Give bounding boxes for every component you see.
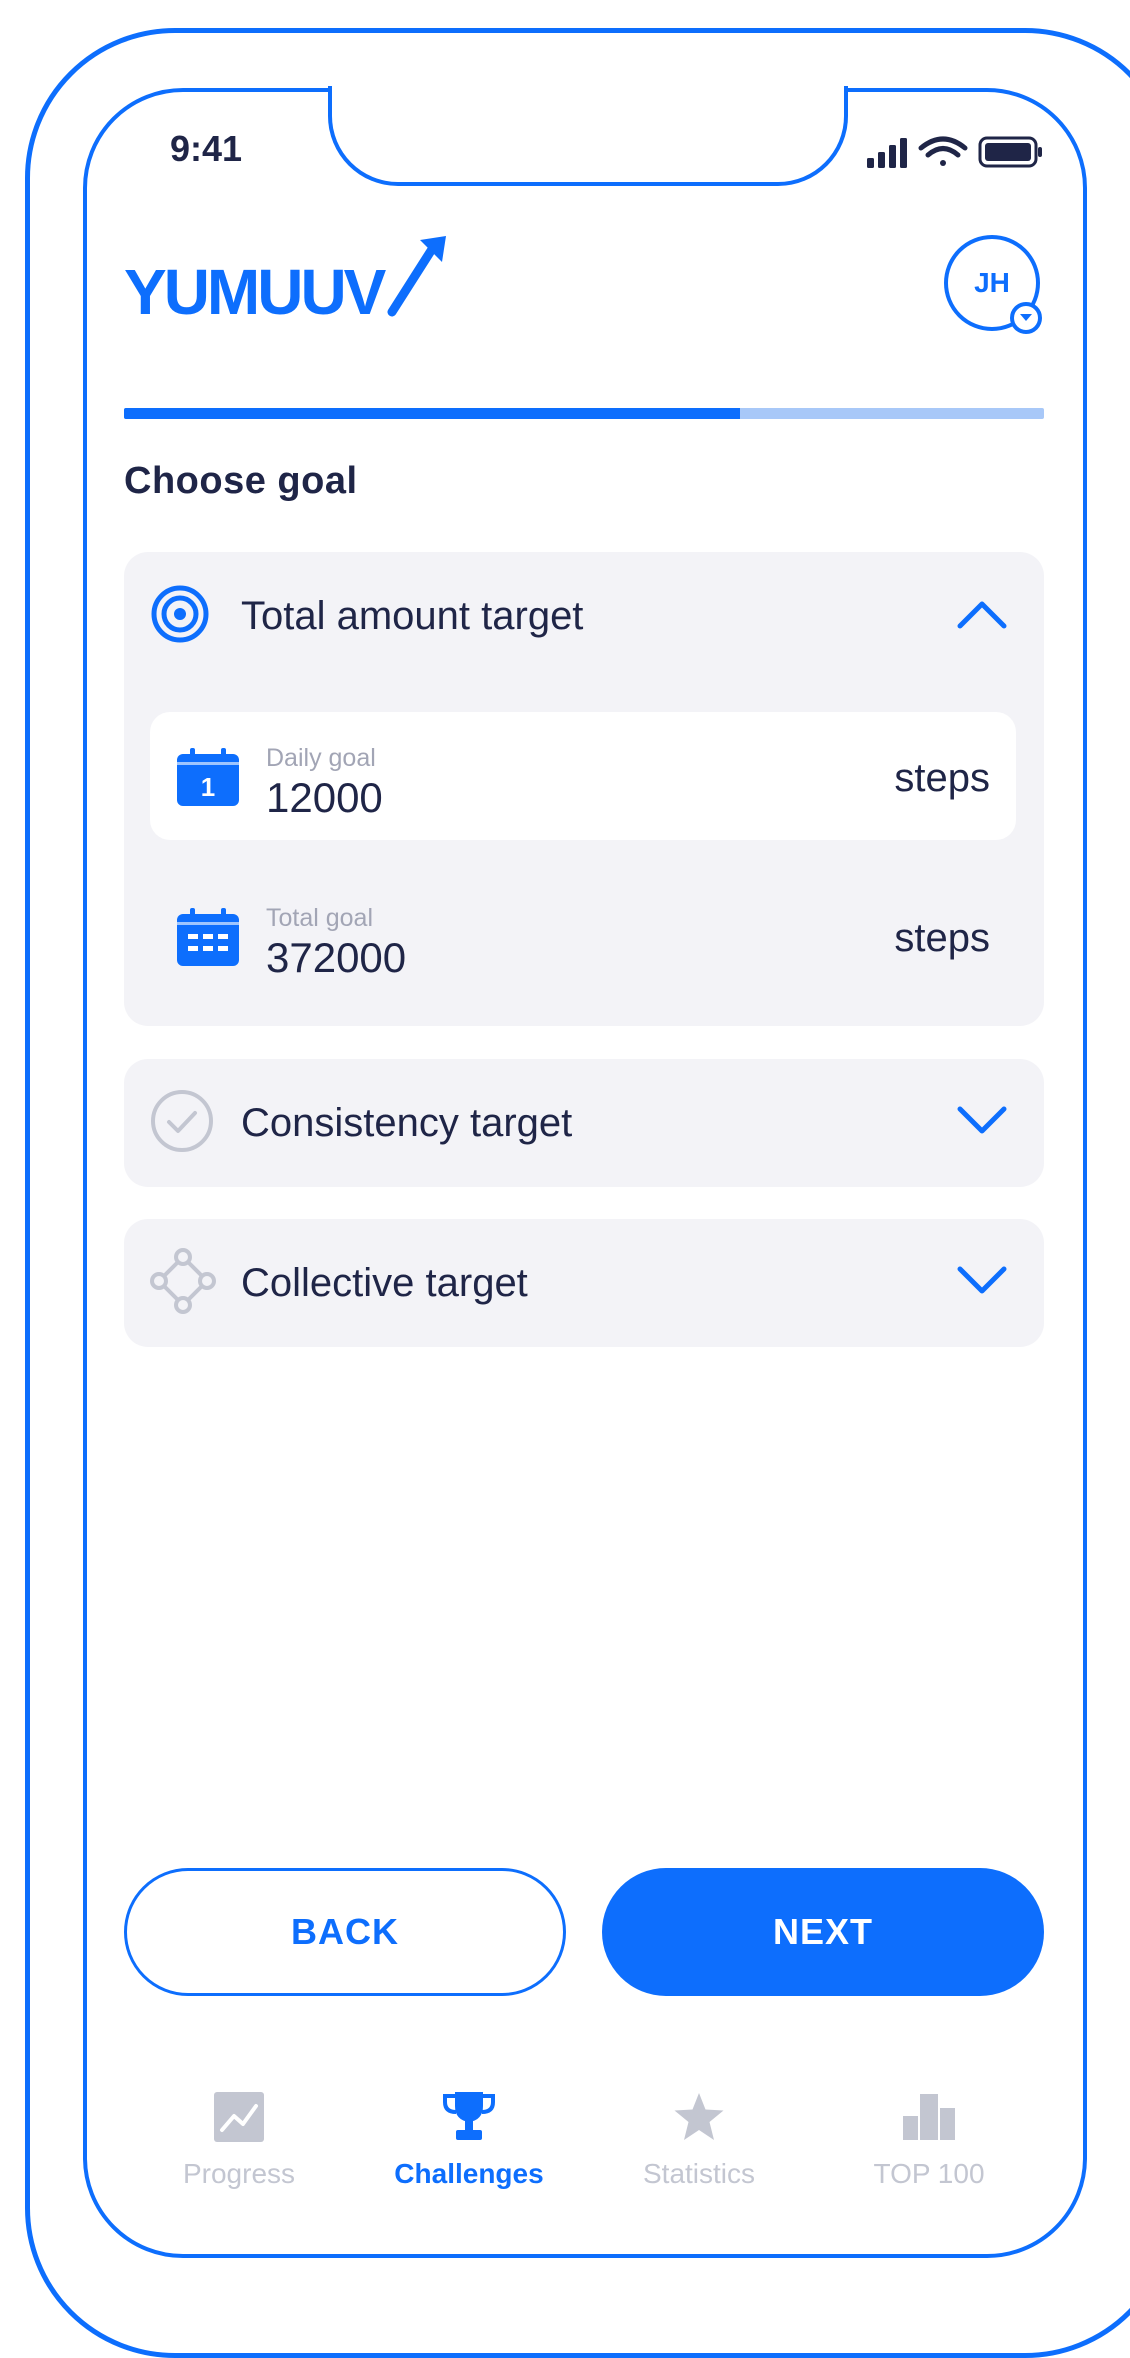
goal-field-label: Total goal: [266, 904, 374, 932]
svg-text:YUMUUV: YUMUUV: [124, 256, 387, 326]
goal-option-header-total-amount[interactable]: Total amount target: [124, 552, 1044, 680]
calendar-month-icon: [176, 908, 240, 973]
brand-logo: YUMUUV: [124, 234, 454, 331]
status-icons: [865, 132, 1045, 177]
avatar-initials: JH: [974, 267, 1010, 298]
tab-label: Statistics: [642, 2158, 756, 2189]
podium-icon: [903, 2090, 955, 2144]
chevron-up-icon[interactable]: [956, 598, 1008, 635]
goal-field-value[interactable]: 12000: [266, 774, 383, 822]
bottom-tab-bar: Progress Challenges Statistics TOP 100: [124, 2090, 1044, 2200]
wizard-progress-bar: [124, 408, 1044, 419]
wifi-icon: [918, 136, 968, 166]
chevron-down-icon[interactable]: [956, 1265, 1008, 1302]
tab-label: Progress: [182, 2158, 296, 2189]
device-notch: [328, 86, 848, 186]
avatar-dropdown-icon[interactable]: [1010, 302, 1042, 334]
goal-field-label: Daily goal: [266, 744, 376, 772]
goal-field-unit: steps: [894, 916, 990, 960]
tab-label: TOP 100: [873, 2158, 985, 2189]
goal-field-value[interactable]: 372000: [266, 934, 406, 982]
tab-progress[interactable]: Progress: [124, 2090, 354, 2200]
calendar-day-icon: 1: [176, 748, 240, 813]
star-icon: [673, 2090, 725, 2144]
tab-challenges[interactable]: Challenges: [354, 2090, 584, 2200]
target-icon: [150, 584, 210, 649]
battery-icon: [978, 136, 1042, 168]
progress-fill: [124, 408, 741, 419]
svg-text:1: 1: [201, 772, 215, 802]
signal-icon: [867, 138, 907, 168]
group-nodes-icon: [150, 1247, 216, 1319]
goal-option-title: Consistency target: [241, 1100, 573, 1145]
trophy-icon: [442, 2090, 496, 2144]
page-title: Choose goal: [124, 460, 358, 502]
chevron-down-icon[interactable]: [956, 1105, 1008, 1142]
back-button[interactable]: BACK: [124, 1868, 566, 1996]
chart-icon: [214, 2090, 264, 2144]
goal-field-daily[interactable]: 1 Daily goal 12000 steps: [150, 712, 1016, 840]
goal-field-unit: steps: [894, 756, 990, 800]
goal-field-total[interactable]: Total goal 372000 steps: [150, 872, 1016, 1000]
tab-top-100[interactable]: TOP 100: [814, 2090, 1044, 2200]
check-circle-icon: [150, 1089, 214, 1158]
goal-option-total-amount: Total amount target 1 Daily goal 12000 s…: [124, 552, 1044, 1026]
goal-option-title: Collective target: [241, 1260, 528, 1305]
goal-option-collective[interactable]: Collective target: [124, 1219, 1044, 1347]
tab-label: Challenges: [394, 2158, 544, 2189]
status-time: 9:41: [170, 128, 243, 169]
goal-option-consistency[interactable]: Consistency target: [124, 1059, 1044, 1187]
goal-option-title: Total amount target: [241, 593, 584, 638]
tab-statistics[interactable]: Statistics: [584, 2090, 814, 2200]
next-button[interactable]: NEXT: [602, 1868, 1044, 1996]
